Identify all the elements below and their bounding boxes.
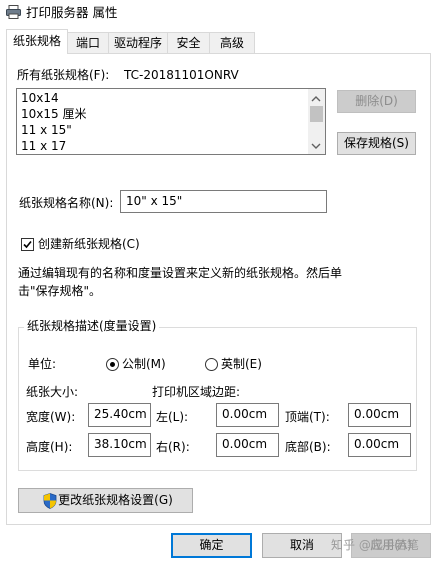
list-item[interactable]: 10x14 <box>21 91 59 106</box>
server-name: TC-20181101ONRV <box>124 68 239 82</box>
measurements-group-title: 纸张规格描述(度量设置) <box>24 319 160 334</box>
cancel-button[interactable]: 取消 <box>262 533 342 558</box>
all-forms-label: 所有纸张规格(F): <box>17 68 110 82</box>
list-item[interactable]: 11 x 15" <box>21 123 72 138</box>
height-label: 高度(H): <box>26 440 73 454</box>
list-item[interactable]: 11 x 17 <box>21 139 66 154</box>
ok-button[interactable]: 确定 <box>171 533 252 558</box>
window-title: 打印服务器 属性 <box>26 5 118 20</box>
top-margin-label: 顶端(T): <box>285 410 330 424</box>
width-input[interactable]: 25.40cm <box>88 403 151 427</box>
form-name-label: 纸张规格名称(N): <box>19 196 114 210</box>
save-form-button[interactable]: 保存规格(S) <box>337 132 416 155</box>
list-item[interactable]: 10x15 厘米 <box>21 107 86 122</box>
title-bar[interactable]: 打印服务器 属性 <box>0 0 437 26</box>
create-new-checkbox[interactable] <box>21 238 34 251</box>
height-input[interactable]: 38.10cm <box>88 433 151 457</box>
width-label: 宽度(W): <box>26 410 76 424</box>
metric-label: 公制(M) <box>122 357 166 371</box>
tab-ports[interactable]: 端口 <box>67 32 109 53</box>
delete-button[interactable]: 删除(D) <box>337 90 416 113</box>
form-name-input[interactable]: 10" x 15" <box>120 190 327 213</box>
description-line-1: 通过编辑现有的名称和度量设置来定义新的纸张规格。然后单 <box>18 266 343 280</box>
top-margin-input[interactable]: 0.00cm <box>348 403 411 427</box>
watermark-text: 知乎 @起手若笔 <box>331 538 419 552</box>
paper-size-label: 纸张大小: <box>26 385 79 399</box>
english-label: 英制(E) <box>221 357 262 371</box>
scroll-down-icon[interactable] <box>311 139 321 153</box>
description-line-2: 击"保存规格"。 <box>18 284 102 298</box>
scroll-thumb[interactable] <box>310 106 323 122</box>
right-margin-label: 右(R): <box>156 440 190 454</box>
create-new-label: 创建新纸张规格(C) <box>38 237 140 251</box>
tab-advanced[interactable]: 高级 <box>209 32 255 53</box>
right-margin-input[interactable]: 0.00cm <box>216 433 279 457</box>
checkmark-icon <box>23 240 32 249</box>
tab-forms[interactable]: 纸张规格 <box>6 29 68 54</box>
units-label: 单位: <box>28 357 57 371</box>
change-form-settings-label: 更改纸张规格设置(G) <box>58 493 173 507</box>
printer-server-icon <box>6 5 21 19</box>
english-radio[interactable] <box>205 358 218 371</box>
tab-drivers[interactable]: 驱动程序 <box>108 32 168 53</box>
metric-radio[interactable] <box>106 358 119 371</box>
left-margin-label: 左(L): <box>156 410 189 424</box>
uac-shield-icon <box>43 493 57 517</box>
bottom-margin-label: 底部(B): <box>285 440 331 454</box>
change-form-settings-button[interactable]: 更改纸张规格设置(G) <box>18 488 193 513</box>
tab-security[interactable]: 安全 <box>167 32 210 53</box>
left-margin-input[interactable]: 0.00cm <box>216 403 279 427</box>
bottom-margin-input[interactable]: 0.00cm <box>348 433 411 457</box>
printer-margins-label: 打印机区域边距: <box>152 385 241 399</box>
list-scrollbar[interactable] <box>308 89 325 154</box>
radio-selected-dot <box>110 362 115 367</box>
scroll-up-icon[interactable] <box>311 92 321 106</box>
forms-list[interactable]: 10x14 10x15 厘米 11 x 15" 11 x 17 <box>16 88 326 155</box>
